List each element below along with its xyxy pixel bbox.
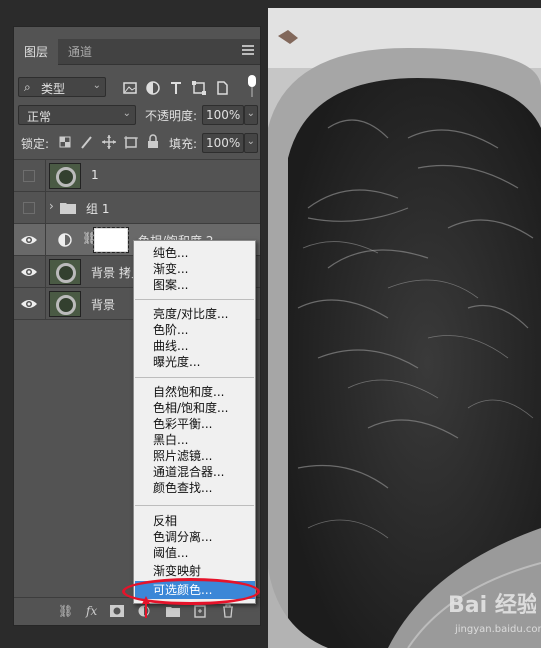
eye-icon[interactable]	[20, 233, 38, 247]
lock-artboard-icon[interactable]	[122, 133, 140, 151]
menu-item-pattern[interactable]: 图案...	[153, 277, 188, 293]
menu-item-gradient-map[interactable]: 渐变映射	[153, 563, 201, 579]
visibility-toggle[interactable]	[23, 202, 35, 214]
opacity-value: 100%	[206, 108, 241, 122]
lock-transparent-pixels-icon[interactable]	[56, 133, 74, 151]
expand-chevron-icon[interactable]: ›	[49, 199, 54, 213]
menu-item-threshold[interactable]: 阈值...	[153, 545, 188, 561]
adjustment-layer-icon	[58, 233, 72, 247]
tab-channels[interactable]: 通道	[58, 39, 102, 65]
menu-item-posterize[interactable]: 色调分离...	[153, 529, 212, 545]
new-group-icon[interactable]	[166, 605, 180, 617]
tab-layers[interactable]: 图层	[14, 39, 59, 65]
layer-name: 1	[91, 168, 99, 182]
filter-toggle[interactable]	[247, 75, 257, 99]
layer-thumbnail	[49, 291, 81, 317]
layer-mask-thumbnail[interactable]	[93, 227, 129, 253]
menu-item-brightness-contrast[interactable]: 亮度/对比度...	[153, 306, 229, 322]
eye-icon[interactable]	[20, 265, 38, 279]
layer-row[interactable]: 1	[14, 159, 260, 192]
menu-item-photo-filter[interactable]: 照片滤镜...	[153, 448, 212, 464]
layer-thumbnail	[49, 163, 81, 189]
eye-icon[interactable]	[20, 297, 38, 311]
opacity-input[interactable]: 100%	[202, 105, 244, 125]
menu-item-levels[interactable]: 色阶...	[153, 322, 188, 338]
chevron-down-icon: ⌄	[92, 80, 101, 91]
menu-item-gradient[interactable]: 渐变...	[153, 261, 188, 277]
chevron-down-icon: ⌄	[246, 136, 255, 147]
layer-filter-value: 类型	[41, 82, 66, 96]
watermark-url: jingyan.baidu.com	[455, 624, 541, 635]
blend-mode-value: 正常	[27, 110, 52, 124]
blend-mode-select[interactable]: 正常 ⌄	[18, 105, 136, 125]
layer-name: 背景	[91, 298, 116, 312]
menu-item-channel-mixer[interactable]: 通道混合器...	[153, 464, 224, 480]
layer-name: 组 1	[86, 202, 110, 216]
filter-adjustment-icon[interactable]	[144, 79, 162, 97]
layer-row[interactable]: › 组 1	[14, 191, 260, 224]
menu-item-black-white[interactable]: 黑白...	[153, 432, 188, 448]
menu-item-exposure[interactable]: 曝光度...	[153, 354, 200, 370]
search-icon: ⌕	[24, 80, 31, 94]
chevron-down-icon: ⌄	[246, 108, 255, 119]
lock-all-icon[interactable]	[144, 133, 162, 151]
layer-thumbnail	[49, 259, 81, 285]
opacity-slider-button[interactable]: ⌄	[244, 105, 258, 125]
visibility-toggle[interactable]	[23, 170, 35, 182]
menu-item-curves[interactable]: 曲线...	[153, 338, 188, 354]
folder-icon	[60, 203, 76, 214]
fill-value: 100%	[206, 136, 241, 150]
fill-input[interactable]: 100%	[202, 133, 244, 153]
lock-label: 锁定:	[21, 137, 50, 151]
menu-item-solid-color[interactable]: 纯色...	[153, 245, 188, 261]
link-layers-icon[interactable]: ⛓	[58, 604, 73, 618]
menu-item-hue-saturation[interactable]: 色相/饱和度...	[153, 400, 229, 416]
lock-position-icon[interactable]	[100, 133, 118, 151]
chevron-down-icon: ⌄	[122, 108, 131, 119]
baidu-jingyan-logo: Bai 经验	[448, 592, 536, 618]
annotation-arrow-icon	[142, 596, 150, 618]
filter-pixel-icon[interactable]	[121, 79, 139, 97]
filter-shape-icon[interactable]	[190, 79, 208, 97]
menu-item-vibrance[interactable]: 自然饱和度...	[153, 384, 224, 400]
new-layer-icon[interactable]	[194, 604, 206, 618]
lock-image-pixels-icon[interactable]	[78, 133, 96, 151]
watermark-brand: Bai 经验	[448, 592, 536, 618]
fill-slider-button[interactable]: ⌄	[244, 133, 258, 153]
menu-item-color-lookup[interactable]: 颜色查找...	[153, 480, 212, 496]
fill-label: 填充:	[169, 137, 198, 151]
trash-icon[interactable]	[222, 604, 234, 618]
layer-style-button[interactable]: fx	[86, 604, 97, 618]
panel-tab-bar: 图层 通道	[14, 39, 260, 65]
filter-smart-object-icon[interactable]	[213, 79, 231, 97]
menu-item-invert[interactable]: 反相	[153, 513, 177, 529]
adjustment-layer-menu: 纯色... 渐变... 图案... 亮度/对比度... 色阶... 曲线... …	[133, 240, 256, 604]
filter-type-icon[interactable]	[167, 79, 185, 97]
add-mask-icon[interactable]	[110, 605, 124, 617]
opacity-label: 不透明度:	[145, 109, 198, 123]
panel-menu-icon[interactable]	[242, 45, 254, 57]
canvas-photo	[268, 8, 541, 648]
menu-item-color-balance[interactable]: 色彩平衡...	[153, 416, 212, 432]
layer-filter-select[interactable]: ⌕ 类型 ⌄	[18, 77, 106, 97]
